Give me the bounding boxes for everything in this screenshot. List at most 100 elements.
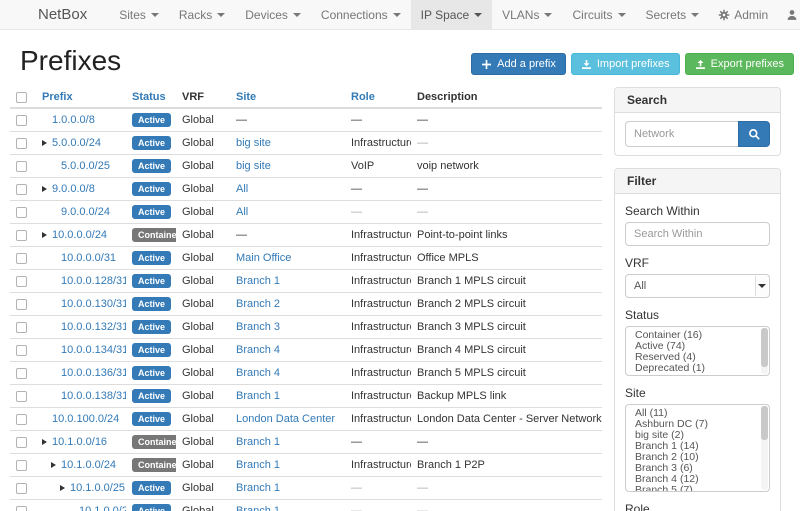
nav-item-secrets[interactable]: Secrets (636, 0, 710, 29)
prefix-link[interactable]: 10.1.0.0/16 (52, 436, 107, 448)
prefix-link[interactable]: 10.0.0.0/24 (52, 229, 107, 241)
search-within-label: Search Within (625, 204, 770, 218)
scrollbar[interactable] (761, 406, 768, 490)
site-link[interactable]: London Data Center (236, 413, 335, 425)
nav-item-admin[interactable]: Admin (709, 0, 777, 29)
vrf-value: Global (182, 183, 214, 195)
site-link[interactable]: Branch 1 (236, 275, 280, 287)
row-checkbox[interactable] (16, 322, 27, 333)
status-option[interactable]: Deprecated (1) (626, 363, 769, 374)
nav-item-connections[interactable]: Connections (311, 0, 411, 29)
search-input[interactable] (625, 121, 738, 147)
site-link[interactable]: Main Office (236, 252, 291, 264)
site-link[interactable]: Branch 1 (236, 436, 280, 448)
select-all-checkbox[interactable] (16, 92, 27, 103)
site-link[interactable]: big site (236, 137, 271, 149)
site-link[interactable]: Branch 2 (236, 298, 280, 310)
row-checkbox[interactable] (16, 207, 27, 218)
prefix-link[interactable]: 10.1.0.0/26 (79, 505, 126, 511)
site-link[interactable]: Branch 1 (236, 505, 280, 511)
add-prefix-button[interactable]: Add a prefix (471, 53, 566, 75)
site-link[interactable]: Branch 4 (236, 367, 280, 379)
column-header-site[interactable]: Site (230, 87, 345, 108)
prefix-link[interactable]: 10.0.0.138/31 (61, 390, 126, 402)
prefix-link[interactable]: 5.0.0.0/24 (52, 137, 101, 149)
search-within-input[interactable] (625, 222, 770, 246)
row-checkbox[interactable] (16, 345, 27, 356)
site-multiselect[interactable]: All (11)Ashburn DC (7)big site (2)Branch… (625, 404, 770, 492)
description-value: — (417, 505, 428, 511)
prefix-link[interactable]: 10.0.0.128/31 (61, 275, 126, 287)
row-checkbox[interactable] (16, 391, 27, 402)
row-checkbox[interactable] (16, 299, 27, 310)
prefix-link[interactable]: 9.0.0.0/8 (52, 183, 95, 195)
prefix-link[interactable]: 10.0.0.136/31 (61, 367, 126, 379)
nav-item-vlans[interactable]: VLANs (492, 0, 562, 29)
export-prefixes-button[interactable]: Export prefixes (685, 53, 794, 75)
description-value: Branch 1 MPLS circuit (417, 275, 526, 287)
prefix-link[interactable]: 10.1.0.0/24 (61, 459, 116, 471)
vrf-select[interactable]: All (625, 274, 770, 298)
chevron-down-icon (691, 13, 699, 17)
import-prefixes-button[interactable]: Import prefixes (571, 53, 680, 75)
row-checkbox[interactable] (16, 368, 27, 379)
description-value: Branch 2 MPLS circuit (417, 298, 526, 310)
row-checkbox[interactable] (16, 138, 27, 149)
prefix-link[interactable]: 10.0.100.0/24 (52, 413, 119, 425)
row-checkbox[interactable] (16, 414, 27, 425)
row-checkbox[interactable] (16, 276, 27, 287)
nav-item-devices[interactable]: Devices (235, 0, 311, 29)
column-header-status[interactable]: Status (126, 87, 176, 108)
site-link[interactable]: Branch 1 (236, 390, 280, 402)
nav-item-profile[interactable]: Profile (777, 0, 800, 29)
prefix-link[interactable]: 10.1.0.0/25 (70, 482, 125, 494)
description-value: — (417, 137, 428, 149)
nav-item-sites[interactable]: Sites (109, 0, 169, 29)
table-row: 10.0.0.130/31ActiveGlobalBranch 2Infrast… (10, 293, 602, 316)
status-badge: Active (132, 136, 171, 150)
row-checkbox[interactable] (16, 253, 27, 264)
nav-item-racks[interactable]: Racks (169, 0, 235, 29)
row-checkbox[interactable] (16, 184, 27, 195)
site-link[interactable]: big site (236, 160, 271, 172)
site-link[interactable]: Branch 1 (236, 482, 280, 494)
prefix-table-container: Prefix Status VRF Site Role Description … (10, 87, 602, 511)
site-link[interactable]: All (236, 183, 248, 195)
caret-right-icon (42, 186, 47, 192)
chevron-down-icon (544, 13, 552, 17)
row-checkbox[interactable] (16, 437, 27, 448)
row-checkbox[interactable] (16, 161, 27, 172)
nav-item-circuits[interactable]: Circuits (562, 0, 635, 29)
gear-icon (718, 9, 730, 21)
nav-item-ip-space[interactable]: IP Space (411, 0, 492, 29)
prefix-link[interactable]: 5.0.0.0/25 (61, 160, 110, 172)
prefix-link[interactable]: 10.0.0.130/31 (61, 298, 126, 310)
prefix-link[interactable]: 10.0.0.134/31 (61, 344, 126, 356)
row-checkbox[interactable] (16, 230, 27, 241)
site-link[interactable]: Branch 4 (236, 344, 280, 356)
site-link[interactable]: Branch 1 (236, 459, 280, 471)
role-value: — (351, 505, 362, 511)
site-option[interactable]: Branch 5 (7) (626, 485, 769, 492)
status-badge: Active (132, 297, 171, 311)
table-row: 10.1.0.0/25ActiveGlobalBranch 1—— (10, 477, 602, 500)
row-checkbox[interactable] (16, 483, 27, 494)
row-checkbox[interactable] (16, 115, 27, 126)
prefix-link[interactable]: 9.0.0.0/24 (61, 206, 110, 218)
site-link[interactable]: All (236, 206, 248, 218)
prefix-link[interactable]: 1.0.0.0/8 (52, 114, 95, 126)
row-checkbox[interactable] (16, 506, 27, 511)
search-icon (748, 128, 761, 141)
brand-logo[interactable]: NetBox (38, 0, 87, 29)
role-value: Infrastructure (351, 137, 411, 149)
search-button[interactable] (738, 121, 770, 147)
row-checkbox[interactable] (16, 460, 27, 471)
scrollbar[interactable] (761, 328, 768, 374)
prefix-link[interactable]: 10.0.0.0/31 (61, 252, 116, 264)
column-header-role[interactable]: Role (345, 87, 411, 108)
prefix-link[interactable]: 10.0.0.132/31 (61, 321, 126, 333)
select-dropdown-icon (755, 276, 768, 296)
site-link[interactable]: Branch 3 (236, 321, 280, 333)
status-multiselect[interactable]: Container (16)Active (74)Reserved (4)Dep… (625, 326, 770, 376)
column-header-prefix[interactable]: Prefix (36, 87, 126, 108)
